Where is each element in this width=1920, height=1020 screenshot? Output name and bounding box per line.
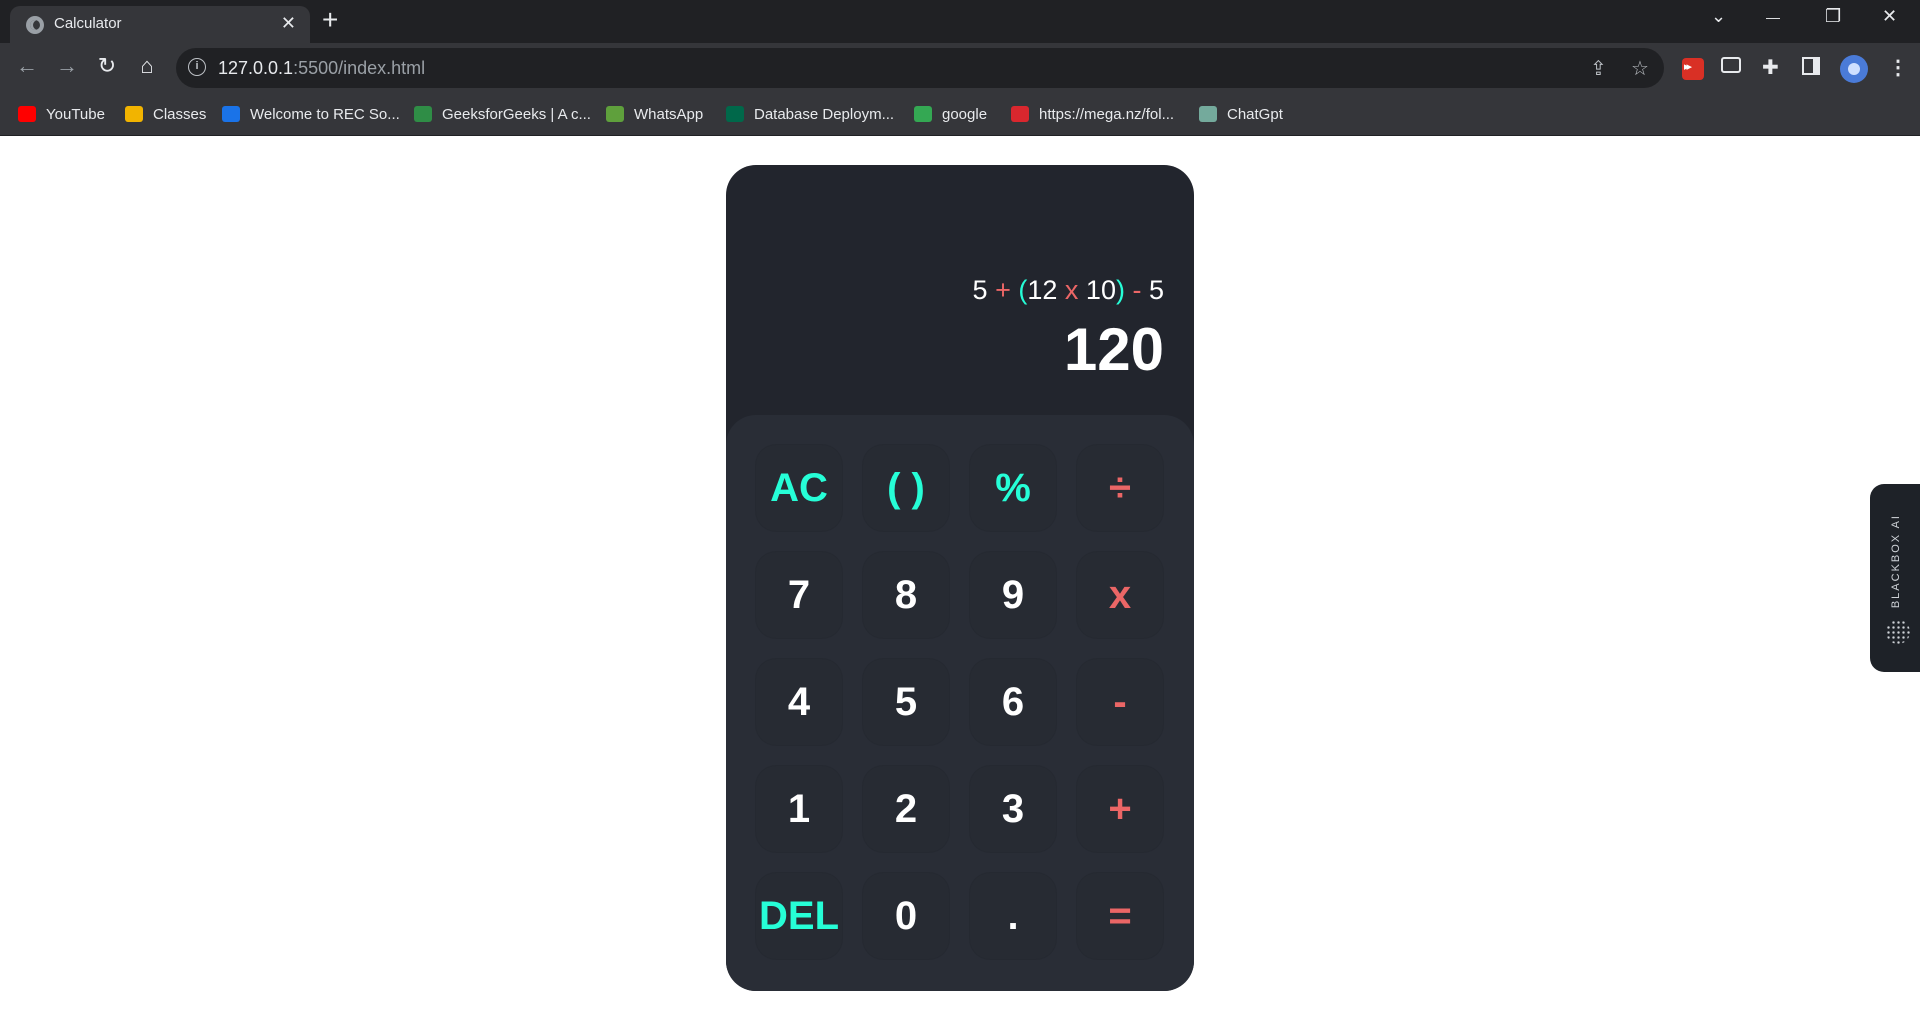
percent-button[interactable]: % [970,445,1056,531]
close-window-button[interactable]: ✕ [1882,6,1897,27]
new-tab-button[interactable]: + [322,4,338,36]
site-info-icon[interactable]: i [188,58,206,76]
bookmark-item[interactable]: ChatGpt [1199,103,1283,125]
digit-5-button[interactable]: 5 [863,659,949,745]
bookmark-label: Classes [153,105,207,123]
bookmark-label: ChatGpt [1227,105,1283,123]
chatgpt-icon [1199,106,1217,122]
minimize-button[interactable]: — [1766,9,1780,25]
bookmark-item[interactable]: google [914,103,987,125]
bookmark-label: YouTube [46,105,105,123]
multiply-button[interactable]: x [1077,552,1163,638]
digit-7-button[interactable]: 7 [756,552,842,638]
google-sheet-icon [914,106,932,122]
share-icon[interactable]: ⇪ [1590,56,1607,81]
digit-9-button[interactable]: 9 [970,552,1056,638]
digit-6-button[interactable]: 6 [970,659,1056,745]
url-text[interactable]: 127.0.0.1:5500/index.html [218,58,425,79]
address-bar[interactable]: i 127.0.0.1:5500/index.html ⇪ ☆ [176,48,1664,88]
bookmark-item[interactable]: Welcome to REC So... [222,103,400,125]
puzzle-icon[interactable]: ✚ [1762,55,1779,80]
expression-token: ) [1115,275,1125,305]
expression-display: 5 + (12 x 10) - 5 [973,275,1164,306]
bookmarks-bar: YouTube Classes Welcome to REC So... Geeksf… [0,93,1920,136]
expression-token: - [1124,275,1149,305]
bookmark-item[interactable]: Database Deploym... [726,103,894,125]
blackbox-ai-tab[interactable]: BLACKBOX AI [1870,484,1920,672]
divide-button[interactable]: ÷ [1077,445,1163,531]
digit-1-button[interactable]: 1 [756,766,842,852]
bookmark-label: Database Deploym... [754,105,895,123]
tab-title: Calculator [54,15,122,32]
restore-button[interactable]: ❐ [1825,6,1841,27]
delete-button[interactable]: DEL [756,873,842,959]
digit-8-button[interactable]: 8 [863,552,949,638]
calculator: 5 + (12 x 10) - 5 120 AC( )% ÷ 7 8 9 x 4 5 6-1 2 3… [726,165,1194,991]
pip-icon[interactable] [1721,57,1741,73]
youtube-icon [18,106,36,122]
expression-token: 10 [1085,275,1116,305]
profile-avatar[interactable] [1840,55,1868,83]
whatsapp-icon [606,106,624,122]
url-host: 127.0.0.1 [218,58,294,78]
bookmark-label: Welcome to REC So... [250,105,400,123]
result-display: 120 [1063,316,1164,383]
menu-icon[interactable]: ⋮ [1888,55,1908,80]
add-button[interactable]: + [1077,766,1163,852]
mega-icon [1011,106,1029,122]
mongodb-icon [726,106,744,122]
expression-token: ( [1018,275,1028,305]
digit-2-button[interactable]: 2 [863,766,949,852]
back-button[interactable]: ← [12,53,42,79]
decimal-button[interactable]: . [970,873,1056,959]
close-tab-icon[interactable]: ✕ [281,13,296,34]
blackbox-logo-icon [1886,620,1910,644]
sidepanel-icon[interactable] [1802,57,1820,75]
bookmark-label: google [942,105,988,123]
rec-icon [222,106,240,122]
globe-icon [26,16,44,34]
bookmark-label: WhatsApp [634,105,704,123]
extension-red-icon[interactable] [1682,58,1704,80]
tab-calculator[interactable]: Calculator ✕ [10,6,310,43]
browser-tabstrip: Calculator ✕ + ⌄ — ❐ ✕ [0,0,1920,43]
classroom-icon [125,106,143,122]
digit-0-button[interactable]: 0 [863,873,949,959]
expression-token: + [995,275,1019,305]
reload-button[interactable]: ↻ [92,53,122,79]
subtract-button[interactable]: - [1077,659,1163,745]
parentheses-button[interactable]: ( ) [863,445,949,531]
home-button[interactable]: ⌂ [132,53,162,79]
url-path: :5500/index.html [293,58,426,78]
tab-search-icon[interactable]: ⌄ [1711,6,1726,27]
bookmark-item[interactable]: Classes [125,103,206,125]
bookmark-star-icon[interactable]: ☆ [1631,56,1649,81]
gfg-icon [414,106,432,122]
expression-token: 12 [1027,275,1065,305]
expression-token: 5 [1148,275,1164,305]
blackbox-label: BLACKBOX AI [1890,514,1902,609]
digit-4-button[interactable]: 4 [756,659,842,745]
bookmark-label: GeeksforGeeks | A c... [442,105,591,123]
bookmark-item[interactable]: GeeksforGeeks | A c... [414,103,591,125]
expression-token: x [1064,275,1086,305]
bookmark-label: https://mega.nz/fol... [1039,105,1175,123]
bookmark-item[interactable]: WhatsApp [606,103,703,125]
bookmark-item[interactable]: https://mega.nz/fol... [1011,103,1174,125]
clear-button[interactable]: AC [756,445,842,531]
expression-token: 5 [972,275,996,305]
equals-button[interactable]: = [1077,873,1163,959]
bookmark-item[interactable]: YouTube [18,103,105,125]
digit-3-button[interactable]: 3 [970,766,1056,852]
keypad: AC( )% ÷ 7 8 9 x 4 5 6- 1 2 3 + DEL 0. = [726,415,1194,991]
browser-toolbar: ← → ↻ ⌂ i 127.0.0.1:5500/index.html ⇪ ☆ … [0,43,1920,93]
calculator-display: 5 + (12 x 10) - 5 120 [726,165,1194,415]
forward-button[interactable]: → [52,53,82,79]
